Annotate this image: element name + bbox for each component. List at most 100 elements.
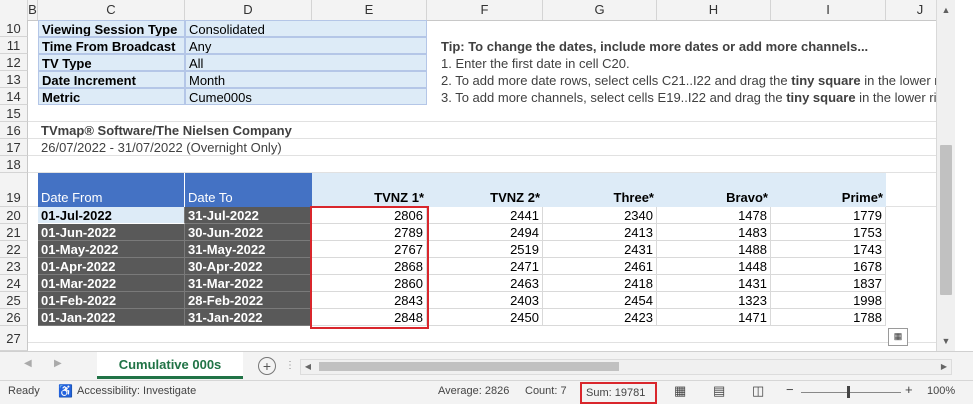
date-cell[interactable]: 01-Jul-2022 bbox=[38, 207, 185, 224]
param-value[interactable]: Month bbox=[185, 71, 427, 88]
value-cell[interactable]: 2431 bbox=[543, 241, 657, 258]
row-header[interactable]: 15 bbox=[0, 105, 28, 122]
normal-view-icon[interactable]: ▦ bbox=[674, 383, 686, 399]
zoom-out-icon[interactable]: − bbox=[786, 382, 794, 397]
zoom-slider[interactable] bbox=[801, 392, 901, 393]
hscroll-thumb[interactable] bbox=[319, 362, 619, 371]
row-header[interactable]: 17 bbox=[0, 139, 28, 156]
row-header[interactable]: 26 bbox=[0, 309, 28, 326]
quick-analysis-icon[interactable]: ▦ bbox=[888, 328, 908, 346]
date-cell[interactable]: 01-Mar-2022 bbox=[38, 275, 185, 292]
row-header[interactable]: 19 bbox=[0, 173, 28, 207]
value-cell[interactable]: 1837 bbox=[771, 275, 886, 292]
value-cell[interactable]: 1743 bbox=[771, 241, 886, 258]
column-header[interactable]: H bbox=[657, 0, 771, 20]
value-cell[interactable]: 2423 bbox=[543, 309, 657, 326]
row-header[interactable]: 20 bbox=[0, 207, 28, 224]
date-cell[interactable]: 31-Jan-2022 bbox=[185, 309, 312, 326]
column-header[interactable]: I bbox=[771, 0, 886, 20]
date-cell[interactable]: 01-Apr-2022 bbox=[38, 258, 185, 275]
scroll-thumb[interactable] bbox=[940, 145, 952, 295]
date-cell[interactable]: 31-Mar-2022 bbox=[185, 275, 312, 292]
date-cell[interactable]: 01-Feb-2022 bbox=[38, 292, 185, 309]
scroll-left-icon[interactable]: ◀ bbox=[301, 360, 315, 374]
page-break-icon[interactable]: ◫ bbox=[752, 383, 764, 399]
row-header[interactable]: 21 bbox=[0, 224, 28, 241]
value-cell[interactable]: 2450 bbox=[427, 309, 543, 326]
value-cell[interactable]: 1788 bbox=[771, 309, 886, 326]
column-header[interactable]: G bbox=[543, 0, 657, 20]
value-cell[interactable]: 2519 bbox=[427, 241, 543, 258]
date-cell[interactable]: 31-May-2022 bbox=[185, 241, 312, 258]
tab-split-handle-icon[interactable]: ⋮ bbox=[285, 360, 295, 371]
value-cell[interactable]: 2461 bbox=[543, 258, 657, 275]
param-value[interactable]: Cume000s bbox=[185, 88, 427, 105]
accessibility-status[interactable]: Accessibility: Investigate bbox=[77, 385, 196, 397]
scroll-up-icon[interactable]: ▲ bbox=[937, 1, 955, 19]
value-cell[interactable]: 1488 bbox=[657, 241, 771, 258]
scroll-down-icon[interactable]: ▼ bbox=[937, 332, 955, 350]
value-cell[interactable]: 1779 bbox=[771, 207, 886, 224]
row-header[interactable]: 13 bbox=[0, 71, 28, 88]
date-cell[interactable]: 31-Jul-2022 bbox=[185, 207, 312, 224]
date-cell[interactable]: 01-Jan-2022 bbox=[38, 309, 185, 326]
row-header[interactable]: 24 bbox=[0, 275, 28, 292]
row-header[interactable]: 23 bbox=[0, 258, 28, 275]
value-cell[interactable]: 1483 bbox=[657, 224, 771, 241]
value-cell[interactable]: 1323 bbox=[657, 292, 771, 309]
column-header[interactable]: F bbox=[427, 0, 543, 20]
select-all-corner[interactable] bbox=[0, 0, 28, 20]
value-cell[interactable]: 1478 bbox=[657, 207, 771, 224]
tab-prev-icon[interactable]: ◀ bbox=[24, 358, 32, 369]
spreadsheet-grid[interactable]: B C D E F G H I J 10 11 12 13 14 15 16 1… bbox=[0, 0, 955, 351]
header-channel: Three* bbox=[543, 173, 657, 207]
date-cell[interactable]: 28-Feb-2022 bbox=[185, 292, 312, 309]
row-header[interactable]: 10 bbox=[0, 20, 28, 37]
value-cell[interactable]: 2340 bbox=[543, 207, 657, 224]
column-header[interactable]: D bbox=[185, 0, 312, 20]
row-header[interactable]: 22 bbox=[0, 241, 28, 258]
param-value[interactable]: Consolidated bbox=[185, 20, 427, 37]
row-header[interactable]: 16 bbox=[0, 122, 28, 139]
zoom-in-icon[interactable]: + bbox=[905, 382, 913, 397]
row-header[interactable]: 27 bbox=[0, 326, 28, 351]
date-cell[interactable]: 30-Apr-2022 bbox=[185, 258, 312, 275]
horizontal-scrollbar[interactable]: ◀ ▶ bbox=[300, 359, 952, 375]
column-header[interactable]: C bbox=[38, 0, 185, 20]
date-cell[interactable]: 01-May-2022 bbox=[38, 241, 185, 258]
value-cell[interactable]: 1471 bbox=[657, 309, 771, 326]
accessibility-icon[interactable]: ♿ bbox=[58, 384, 73, 398]
date-cell[interactable]: 30-Jun-2022 bbox=[185, 224, 312, 241]
date-cell[interactable]: 01-Jun-2022 bbox=[38, 224, 185, 241]
column-header[interactable]: B bbox=[28, 0, 38, 20]
sheet-tab-active[interactable]: Cumulative 000s bbox=[97, 352, 243, 379]
tab-next-icon[interactable]: ▶ bbox=[54, 358, 62, 369]
value-cell[interactable]: 1678 bbox=[771, 258, 886, 275]
add-sheet-icon[interactable]: + bbox=[258, 357, 276, 375]
value-cell[interactable]: 1753 bbox=[771, 224, 886, 241]
value-cell[interactable]: 1998 bbox=[771, 292, 886, 309]
value-cell[interactable]: 2403 bbox=[427, 292, 543, 309]
value-cell[interactable]: 1431 bbox=[657, 275, 771, 292]
row-header[interactable]: 18 bbox=[0, 156, 28, 173]
value-cell[interactable]: 2454 bbox=[543, 292, 657, 309]
vertical-scrollbar[interactable]: ▲ ▼ bbox=[936, 0, 955, 351]
param-value[interactable]: Any bbox=[185, 37, 427, 54]
row-header[interactable]: 14 bbox=[0, 88, 28, 105]
value-cell[interactable]: 2494 bbox=[427, 224, 543, 241]
row-header[interactable]: 12 bbox=[0, 54, 28, 71]
value-cell[interactable]: 2463 bbox=[427, 275, 543, 292]
value-cell[interactable]: 2413 bbox=[543, 224, 657, 241]
zoom-slider-thumb[interactable] bbox=[847, 386, 850, 398]
scroll-right-icon[interactable]: ▶ bbox=[937, 360, 951, 374]
value-cell[interactable]: 2471 bbox=[427, 258, 543, 275]
column-header[interactable]: E bbox=[312, 0, 427, 20]
row-header[interactable]: 11 bbox=[0, 37, 28, 54]
param-value[interactable]: All bbox=[185, 54, 427, 71]
value-cell[interactable]: 2441 bbox=[427, 207, 543, 224]
value-cell[interactable]: 1448 bbox=[657, 258, 771, 275]
value-cell[interactable]: 2418 bbox=[543, 275, 657, 292]
row-header[interactable]: 25 bbox=[0, 292, 28, 309]
zoom-level[interactable]: 100% bbox=[927, 385, 955, 397]
page-layout-icon[interactable]: ▤ bbox=[713, 383, 725, 399]
